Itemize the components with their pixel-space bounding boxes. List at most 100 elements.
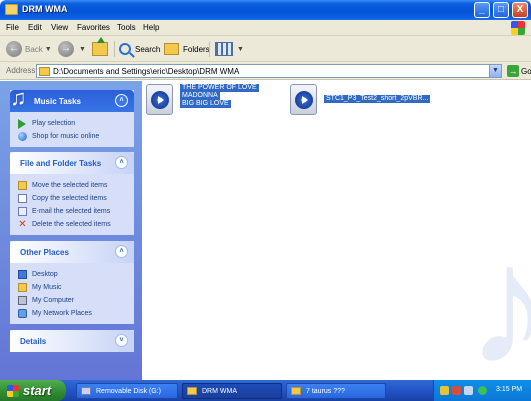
clock[interactable]: 3:15 PM bbox=[496, 386, 522, 393]
menu-view[interactable]: View bbox=[51, 23, 68, 32]
windows-logo-icon bbox=[511, 21, 525, 35]
close-button[interactable]: X bbox=[512, 2, 528, 18]
folder-icon bbox=[187, 387, 197, 395]
taskbar-item-drm-wma[interactable]: DRM WMA bbox=[182, 383, 282, 399]
address-bar: Address D:\Documents and Settings\eric\D… bbox=[0, 62, 531, 80]
details-panel: Details ˅ bbox=[10, 330, 134, 352]
back-label: Back bbox=[25, 44, 43, 54]
task-move-selected[interactable]: Move the selected items bbox=[18, 179, 134, 192]
task-delete-selected[interactable]: ✕ Delete the selected items bbox=[18, 218, 134, 231]
go-arrow-icon: → bbox=[507, 65, 519, 77]
task-pane: ♫ Music Tasks ˄ Play selection Shop for … bbox=[0, 81, 142, 380]
toolbar: ← Back ▼ → ▼ Search Folders ▼ bbox=[0, 36, 531, 62]
search-icon bbox=[119, 43, 131, 55]
taskbar: start Removable Disk (G:) DRM WMA 7 taur… bbox=[0, 380, 531, 401]
tray-network-icon[interactable] bbox=[452, 386, 461, 395]
place-label: My Network Places bbox=[32, 310, 92, 317]
go-label: Go bbox=[521, 66, 531, 76]
menu-file[interactable]: File bbox=[6, 23, 19, 32]
file-item[interactable]: STC1_P3_Test2_short_2pVBR... bbox=[290, 84, 470, 118]
copy-icon bbox=[18, 194, 27, 203]
chevron-down-icon: ▼ bbox=[79, 45, 86, 53]
tray-volume-icon[interactable] bbox=[464, 386, 473, 395]
maximize-button[interactable]: □ bbox=[493, 2, 509, 18]
place-label: My Computer bbox=[32, 297, 75, 304]
place-my-computer[interactable]: My Computer bbox=[18, 294, 134, 307]
task-label: Shop for music online bbox=[32, 133, 100, 140]
folder-icon bbox=[5, 4, 18, 15]
menu-help[interactable]: Help bbox=[143, 23, 159, 32]
tray-user-icon[interactable] bbox=[440, 386, 449, 395]
place-desktop[interactable]: Desktop bbox=[18, 268, 134, 281]
other-places-header[interactable]: Other Places ˄ bbox=[10, 241, 134, 263]
details-header[interactable]: Details ˅ bbox=[10, 330, 134, 352]
task-play-selection[interactable]: Play selection bbox=[18, 117, 134, 130]
music-tasks-header[interactable]: ♫ Music Tasks ˄ bbox=[10, 85, 134, 112]
task-label: Play selection bbox=[32, 120, 76, 127]
search-button[interactable]: Search bbox=[119, 40, 160, 58]
task-email-selected[interactable]: E-mail the selected items bbox=[18, 205, 134, 218]
removable-disk-icon bbox=[81, 387, 91, 395]
file-album-line: BIG BIG LOVE bbox=[180, 100, 231, 108]
details-title: Details bbox=[20, 337, 47, 346]
views-button[interactable]: ▼ bbox=[215, 40, 244, 58]
back-button[interactable]: ← Back ▼ bbox=[6, 40, 52, 58]
file-name-line: STC1_P3_Test2_short_2pVBR... bbox=[324, 95, 431, 103]
address-label: Address bbox=[6, 66, 36, 75]
collapse-chevron-icon[interactable]: ˄ bbox=[115, 245, 128, 258]
toolbar-separator bbox=[114, 41, 115, 57]
folder-up-icon bbox=[92, 37, 108, 56]
start-label: start bbox=[23, 383, 52, 398]
desktop-icon bbox=[18, 270, 27, 279]
address-field[interactable]: D:\Documents and Settings\eric\Desktop\D… bbox=[36, 64, 502, 78]
window-title: DRM WMA bbox=[22, 4, 68, 14]
file-folder-tasks-body: Move the selected items Copy the selecte… bbox=[10, 174, 134, 235]
windows-logo-icon bbox=[7, 384, 19, 397]
system-tray: 3:15 PM bbox=[433, 380, 531, 401]
file-folder-tasks-header[interactable]: File and Folder Tasks ˄ bbox=[10, 152, 134, 174]
tray-update-icon[interactable] bbox=[478, 386, 487, 395]
go-button[interactable]: → Go bbox=[507, 65, 531, 77]
music-tasks-body: Play selection Shop for music online bbox=[10, 112, 134, 147]
folders-button[interactable]: Folders bbox=[164, 40, 210, 58]
menu-favorites[interactable]: Favorites bbox=[77, 23, 110, 32]
place-my-network-places[interactable]: My Network Places bbox=[18, 307, 134, 320]
place-my-music[interactable]: My Music bbox=[18, 281, 134, 294]
place-label: My Music bbox=[32, 284, 62, 291]
task-label: Move the selected items bbox=[32, 182, 108, 189]
taskbar-item-label: DRM WMA bbox=[202, 387, 237, 395]
other-places-title: Other Places bbox=[20, 248, 69, 257]
computer-icon bbox=[18, 296, 27, 305]
minimize-button[interactable]: _ bbox=[474, 2, 490, 18]
up-button[interactable] bbox=[92, 37, 108, 58]
play-icon bbox=[18, 118, 27, 129]
collapse-chevron-icon[interactable]: ˄ bbox=[115, 156, 128, 169]
folder-icon bbox=[291, 387, 301, 395]
address-dropdown-button[interactable]: ▼ bbox=[489, 65, 501, 77]
back-arrow-icon: ← bbox=[6, 41, 22, 57]
forward-button[interactable]: → ▼ bbox=[58, 40, 86, 58]
expand-chevron-icon[interactable]: ˅ bbox=[115, 334, 128, 347]
collapse-chevron-icon[interactable]: ˄ bbox=[115, 94, 128, 107]
taskbar-item-removable-disk[interactable]: Removable Disk (G:) bbox=[76, 383, 178, 399]
title-bar[interactable]: DRM WMA _ □ X bbox=[0, 0, 531, 20]
music-tasks-panel: ♫ Music Tasks ˄ Play selection Shop for … bbox=[10, 85, 134, 147]
file-item[interactable]: THE POWER OF LOVE MADONNA BIG BIG LOVE bbox=[146, 84, 261, 118]
start-button[interactable]: start bbox=[0, 380, 66, 401]
explorer-window: DRM WMA _ □ X File Edit View Favorites T… bbox=[0, 0, 531, 380]
file-name-line: THE POWER OF LOVE bbox=[180, 84, 259, 92]
folders-icon bbox=[164, 43, 179, 55]
file-list-area[interactable]: ♪ THE POWER OF LOVE MADONNA BIG BIG LOVE… bbox=[142, 81, 531, 380]
other-places-panel: Other Places ˄ Desktop My Music My Compu… bbox=[10, 241, 134, 324]
file-folder-tasks-panel: File and Folder Tasks ˄ Move the selecte… bbox=[10, 152, 134, 235]
taskbar-item-taurus[interactable]: 7 taurus ??? bbox=[286, 383, 386, 399]
menu-tools[interactable]: Tools bbox=[117, 23, 136, 32]
move-folder-icon bbox=[18, 181, 27, 190]
task-shop-music-online[interactable]: Shop for music online bbox=[18, 130, 134, 143]
other-places-body: Desktop My Music My Computer My Network … bbox=[10, 263, 134, 324]
task-label: E-mail the selected items bbox=[32, 208, 111, 215]
network-icon bbox=[18, 309, 27, 318]
menu-edit[interactable]: Edit bbox=[28, 23, 42, 32]
music-note-watermark-icon: ♪ bbox=[466, 210, 531, 380]
task-copy-selected[interactable]: Copy the selected items bbox=[18, 192, 134, 205]
